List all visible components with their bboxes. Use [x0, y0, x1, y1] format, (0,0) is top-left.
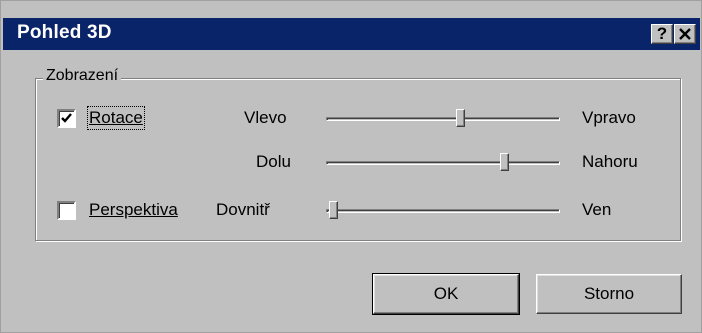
depth-max-label: Ven [582, 200, 612, 219]
groupbox-label: Zobrazení [43, 67, 122, 85]
depth-min-label: Dovnitř [216, 200, 270, 219]
horizontal-max-label: Vpravo [582, 108, 636, 127]
horizontal-slider-thumb[interactable] [456, 109, 466, 127]
rotation-checkbox-label[interactable]: Rotace [87, 106, 145, 130]
vertical-slider-thumb[interactable] [499, 153, 509, 171]
vertical-max-label: Nahoru [582, 152, 638, 171]
title-bar[interactable]: Pohled 3D ? [3, 18, 700, 50]
ok-button[interactable]: OK [372, 273, 520, 315]
close-icon [679, 28, 691, 40]
window-title: Pohled 3D [17, 22, 112, 43]
vertical-slider-track[interactable] [326, 161, 560, 165]
help-button[interactable]: ? [651, 24, 673, 44]
perspective-accesskey: Perspektiva [89, 200, 178, 219]
depth-slider-track[interactable] [326, 209, 560, 213]
perspective-checkbox[interactable] [57, 201, 76, 220]
horizontal-slider-track[interactable] [326, 117, 560, 121]
dialog-window: Pohled 3D ? Zobrazení Rotace Vlevo Vprav… [0, 0, 702, 333]
vertical-min-label: Dolu [256, 152, 291, 171]
cancel-button[interactable]: Storno [536, 274, 682, 314]
perspective-checkbox-label[interactable]: Perspektiva [89, 200, 178, 220]
checkmark-icon [61, 113, 72, 123]
horizontal-min-label: Vlevo [244, 108, 287, 127]
rotation-checkbox[interactable] [57, 109, 76, 128]
close-button[interactable] [674, 24, 696, 44]
depth-slider-thumb[interactable] [329, 201, 338, 219]
